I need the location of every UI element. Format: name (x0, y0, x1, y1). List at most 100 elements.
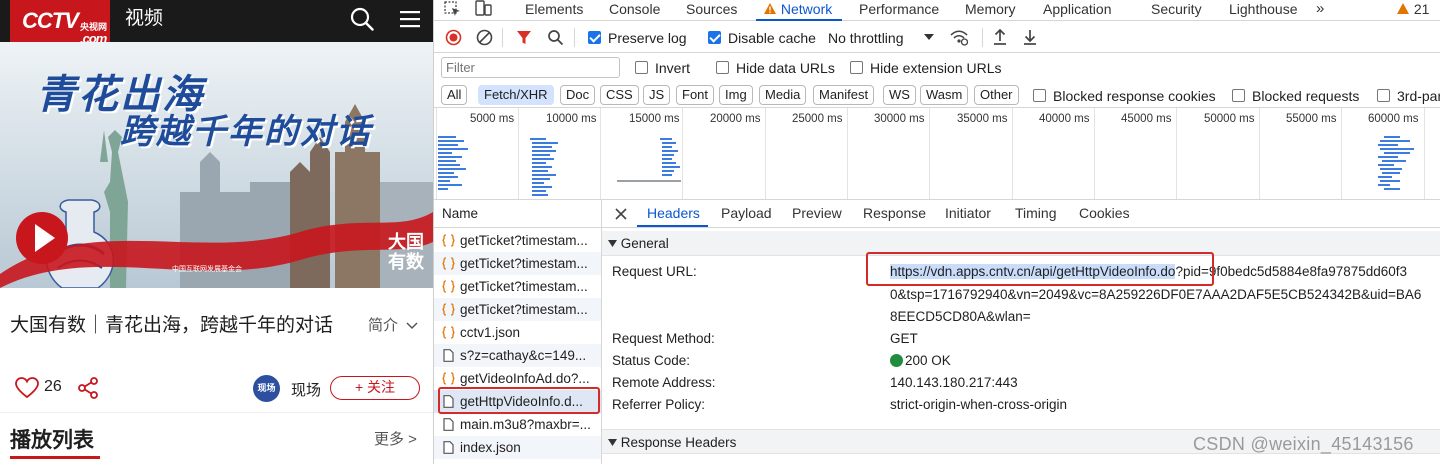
request-list: Name getTicket?timestam... getTicket?time… (434, 200, 602, 464)
menu-icon[interactable] (400, 9, 420, 29)
type-wasm[interactable]: Wasm (920, 85, 969, 105)
expand-triangle-icon (608, 240, 617, 247)
intro-label: 简介 (368, 317, 399, 334)
search-icon[interactable] (350, 7, 374, 31)
hide-extension-urls-label: Hide extension URLs (870, 60, 1002, 76)
more-link[interactable]: 更多 > (374, 428, 417, 449)
share-icon[interactable] (76, 376, 100, 400)
network-overview-timeline[interactable]: 5000 ms 10000 ms 15000 ms 20000 ms 25000… (434, 108, 1440, 200)
expand-triangle-icon (608, 439, 617, 446)
request-row[interactable]: getTicket?timestam... (434, 252, 601, 275)
blocked-response-cookies-label: Blocked response cookies (1053, 88, 1216, 104)
filter-icon[interactable] (516, 29, 532, 46)
name-column-header[interactable]: Name (434, 200, 601, 228)
timeline-tick-label: 30000 ms (874, 113, 925, 125)
heart-icon[interactable] (15, 377, 39, 399)
tab-network-label: Network (780, 1, 833, 17)
disable-cache-checkbox[interactable] (708, 31, 721, 44)
request-name: cctv1.json (460, 325, 521, 340)
request-row[interactable]: main.m3u8?maxbr=... (434, 413, 601, 436)
channel-name[interactable]: 现场 (291, 379, 321, 400)
response-headers-title: Response Headers (620, 435, 737, 450)
channel-avatar[interactable]: 现场 (253, 375, 280, 402)
invert-checkbox[interactable] (635, 61, 648, 74)
timeline-tick-label: 15000 ms (629, 113, 680, 125)
type-fetch-xhr[interactable]: Fetch/XHR (478, 85, 554, 105)
request-row[interactable]: getTicket?timestam... (434, 229, 601, 252)
tab-security[interactable]: Security (1151, 0, 1202, 18)
type-js[interactable]: JS (643, 85, 671, 105)
tab-payload[interactable]: Payload (721, 200, 772, 227)
type-css[interactable]: CSS (600, 85, 639, 105)
type-all[interactable]: All (441, 85, 468, 105)
type-doc[interactable]: Doc (560, 85, 596, 105)
playlist-title: 播放列表 (10, 429, 94, 452)
request-details: Headers Payload Preview Response Initiat… (602, 200, 1440, 464)
preserve-log-checkbox[interactable] (588, 31, 601, 44)
warnings-counter[interactable]: 21 (1396, 0, 1429, 18)
request-method-label: Request Method: (612, 331, 715, 346)
request-row[interactable]: getTicket?timestam... (434, 275, 601, 298)
tab-response[interactable]: Response (863, 200, 926, 227)
request-url-highlight-box (866, 252, 1214, 286)
caret-down-icon[interactable] (924, 34, 934, 41)
timeline-tick-label: 5000 ms (470, 113, 515, 125)
hide-extension-urls-checkbox[interactable] (850, 61, 863, 74)
tab-network[interactable]: Network (763, 0, 832, 18)
device-toolbar-icon[interactable] (474, 0, 494, 17)
tab-timing[interactable]: Timing (1015, 200, 1057, 227)
tab-headers[interactable]: Headers (647, 200, 700, 227)
request-row[interactable]: s?z=cathay&c=149... (434, 344, 601, 367)
request-row[interactable]: getTicket?timestam... (434, 298, 601, 321)
more-tabs-icon[interactable]: » (1316, 0, 1324, 18)
invert-label: Invert (655, 60, 691, 76)
tab-memory[interactable]: Memory (965, 0, 1016, 18)
search-network-icon[interactable] (547, 29, 564, 46)
blocked-requests-checkbox[interactable] (1232, 89, 1245, 102)
third-party-checkbox[interactable] (1377, 89, 1390, 102)
tab-elements[interactable]: Elements (525, 0, 583, 18)
import-har-icon[interactable] (992, 28, 1008, 46)
brand-badge: 大国 有数 (388, 232, 424, 272)
timeline-tick-label: 55000 ms (1286, 113, 1337, 125)
inspect-element-icon[interactable] (444, 1, 462, 17)
tab-preview[interactable]: Preview (792, 200, 842, 227)
tab-cookies[interactable]: Cookies (1079, 200, 1130, 227)
record-stop-icon[interactable] (445, 29, 462, 46)
type-img[interactable]: Img (719, 85, 753, 105)
timeline-tick-label: 40000 ms (1039, 113, 1090, 125)
type-other[interactable]: Other (974, 85, 1019, 105)
warning-icon (764, 3, 776, 14)
resource-type-bar: All Fetch/XHR Doc CSS JS Font Img Media … (434, 81, 1440, 108)
type-ws[interactable]: WS (883, 85, 916, 105)
type-media[interactable]: Media (759, 85, 807, 105)
tab-initiator[interactable]: Initiator (945, 200, 991, 227)
tab-application[interactable]: Application (1043, 0, 1112, 18)
request-row[interactable]: index.json (434, 436, 601, 459)
blocked-response-cookies-checkbox[interactable] (1033, 89, 1046, 102)
video-banner[interactable]: 青花出海 跨越千年的对话 大国 有数 中国互联网发展基金会 (0, 42, 433, 288)
tab-lighthouse[interactable]: Lighthouse (1229, 0, 1298, 18)
hide-data-urls-checkbox[interactable] (716, 61, 729, 74)
follow-button[interactable]: + 关注 (330, 376, 420, 400)
blocked-requests-label: Blocked requests (1252, 88, 1360, 104)
banner-headline-2: 跨越千年的对话 (120, 113, 372, 151)
request-url-line2: 0&tsp=1716792940&vn=2049&vc=8A259226DF0E… (890, 287, 1422, 302)
remote-address-label: Remote Address: (612, 375, 716, 390)
tab-sources[interactable]: Sources (686, 0, 737, 18)
clear-icon[interactable] (476, 29, 493, 46)
export-har-icon[interactable] (1022, 28, 1038, 46)
type-manifest[interactable]: Manifest (813, 85, 875, 105)
type-font[interactable]: Font (676, 85, 715, 105)
timeline-tick-label: 45000 ms (1121, 113, 1172, 125)
tab-performance[interactable]: Performance (859, 0, 939, 18)
tab-console[interactable]: Console (609, 0, 660, 18)
network-conditions-icon[interactable] (949, 28, 969, 46)
request-row[interactable]: cctv1.json (434, 321, 601, 344)
active-detail-tab-indicator (637, 225, 708, 227)
close-icon[interactable] (615, 208, 627, 220)
intro-toggle[interactable]: 简介 (368, 314, 418, 335)
cctv-logo[interactable]: CCTV 央视网 .com (10, 0, 110, 46)
filter-input[interactable] (441, 57, 620, 78)
throttling-select[interactable]: No throttling (828, 30, 903, 46)
